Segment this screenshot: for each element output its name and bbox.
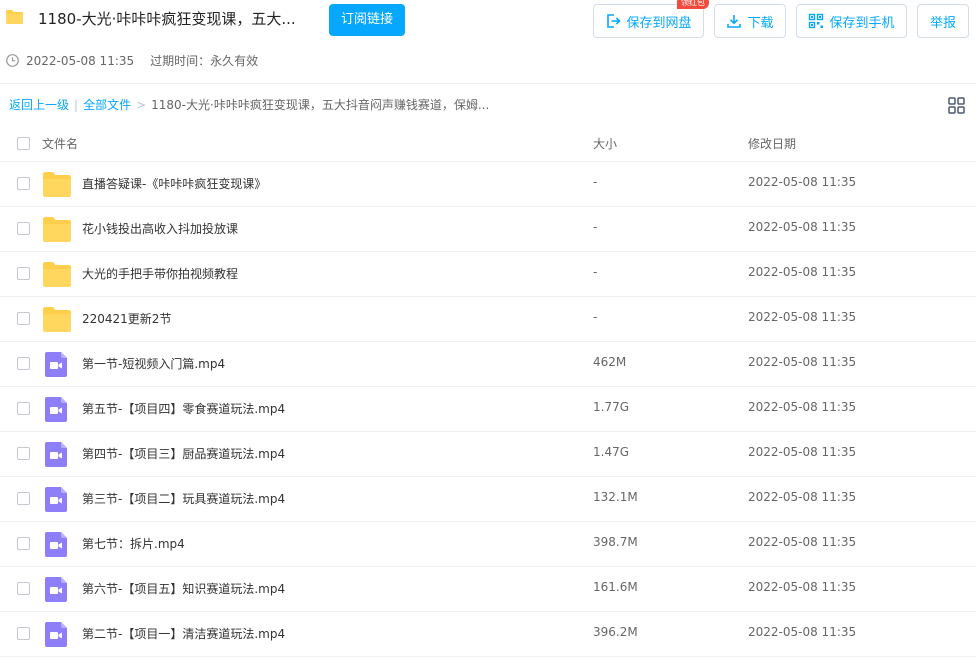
download-button[interactable]: 下载 xyxy=(714,4,786,38)
column-filename[interactable]: 文件名 xyxy=(42,135,78,152)
file-name[interactable]: 第二节-【项目一】清洁赛道玩法.mp4 xyxy=(82,625,285,642)
clock-icon xyxy=(6,54,19,67)
video-file-icon xyxy=(45,442,67,467)
row-checkbox[interactable] xyxy=(17,357,30,370)
file-row[interactable]: 直播答疑课-《咔咔咔疯狂变现课》 - 2022-05-08 11:35 xyxy=(0,162,976,207)
breadcrumb-current: 1180-大光·咔咔咔疯狂变现课，五大抖音闷声赚钱赛道，保姆... xyxy=(151,98,490,112)
row-checkbox[interactable] xyxy=(17,627,30,640)
folder-icon xyxy=(43,217,71,242)
file-size: 398.7M xyxy=(593,535,638,549)
file-size: - xyxy=(593,220,598,234)
file-size: 161.6M xyxy=(593,580,638,594)
column-date[interactable]: 修改日期 xyxy=(748,135,796,152)
file-name[interactable]: 第七节：拆片.mp4 xyxy=(82,535,185,552)
file-name[interactable]: 220421更新2节 xyxy=(82,310,171,327)
file-date: 2022-05-08 11:35 xyxy=(748,625,857,639)
expire-text: 过期时间：永久有效 xyxy=(150,54,259,68)
share-title: 1180-大光·咔咔咔疯狂变现课，五大... xyxy=(38,10,296,28)
file-row[interactable]: 大光的手把手带你拍视频教程 - 2022-05-08 11:35 xyxy=(0,252,976,297)
row-checkbox[interactable] xyxy=(17,312,30,325)
subscribe-button[interactable]: 订阅链接 xyxy=(329,4,405,36)
file-row[interactable]: 220421更新2节 - 2022-05-08 11:35 xyxy=(0,297,976,342)
file-name[interactable]: 第一节-短视频入门篇.mp4 xyxy=(82,355,225,372)
folder-icon xyxy=(43,262,71,287)
row-checkbox[interactable] xyxy=(17,447,30,460)
save-disk-label: 保存到网盘 xyxy=(626,15,692,31)
download-icon xyxy=(727,15,742,28)
row-checkbox[interactable] xyxy=(17,582,30,595)
video-file-icon xyxy=(45,397,67,422)
file-name[interactable]: 第六节-【项目五】知识赛道玩法.mp4 xyxy=(82,580,285,597)
row-checkbox[interactable] xyxy=(17,222,30,235)
file-size: 1.77G xyxy=(593,400,630,414)
share-meta: 2022-05-08 11:35 过期时间：永久有效 xyxy=(6,52,258,69)
save-to-phone-button[interactable]: 保存到手机 xyxy=(796,4,907,38)
hongbao-badge[interactable]: 领红包 xyxy=(677,0,709,9)
file-name[interactable]: 直播答疑课-《咔咔咔疯狂变现课》 xyxy=(82,175,266,192)
file-date: 2022-05-08 11:35 xyxy=(748,490,857,504)
file-row[interactable]: 花小钱投出高收入抖加投放课 - 2022-05-08 11:35 xyxy=(0,207,976,252)
breadcrumb-divider: | xyxy=(74,97,79,112)
file-date: 2022-05-08 11:35 xyxy=(748,580,857,594)
file-row[interactable]: 第七节：拆片.mp4 398.7M 2022-05-08 11:35 xyxy=(0,522,976,567)
file-list-header: 文件名 大小 修改日期 xyxy=(0,123,976,162)
select-all-checkbox[interactable] xyxy=(17,137,30,150)
file-name[interactable]: 第五节-【项目四】零食赛道玩法.mp4 xyxy=(82,400,285,417)
row-checkbox[interactable] xyxy=(17,537,30,550)
file-date: 2022-05-08 11:35 xyxy=(748,310,857,324)
file-size: 132.1M xyxy=(593,490,638,504)
file-name[interactable]: 大光的手把手带你拍视频教程 xyxy=(82,265,238,282)
grid-view-icon[interactable] xyxy=(948,97,965,114)
row-checkbox[interactable] xyxy=(17,492,30,505)
file-row[interactable]: 第三节-【项目二】玩具赛道玩法.mp4 132.1M 2022-05-08 11:3… xyxy=(0,477,976,522)
save-disk-icon xyxy=(607,14,622,28)
file-size: - xyxy=(593,265,598,279)
save-phone-label: 保存到手机 xyxy=(829,15,895,31)
file-date: 2022-05-08 11:35 xyxy=(748,265,857,279)
file-name[interactable]: 第四节-【项目三】厨品赛道玩法.mp4 xyxy=(82,445,285,462)
file-name[interactable]: 花小钱投出高收入抖加投放课 xyxy=(82,220,238,237)
file-date: 2022-05-08 11:35 xyxy=(748,355,857,369)
folder-icon xyxy=(43,307,71,332)
file-date: 2022-05-08 11:35 xyxy=(748,220,857,234)
file-size: - xyxy=(593,175,598,189)
file-row[interactable]: 第五节-【项目四】零食赛道玩法.mp4 1.77G 2022-05-08 11:35 xyxy=(0,387,976,432)
file-size: - xyxy=(593,310,598,324)
back-link[interactable]: 返回上一级 xyxy=(9,96,69,113)
folder-icon xyxy=(43,172,71,197)
download-label: 下载 xyxy=(747,15,774,31)
file-row[interactable]: 第一节-短视频入门篇.mp4 462M 2022-05-08 11:35 xyxy=(0,342,976,387)
qrcode-icon xyxy=(809,13,824,29)
file-date: 2022-05-08 11:35 xyxy=(748,535,857,549)
file-date: 2022-05-08 11:35 xyxy=(748,445,857,459)
file-row[interactable]: 第四节-【项目三】厨品赛道玩法.mp4 1.47G 2022-05-08 11:35 xyxy=(0,432,976,477)
file-size: 1.47G xyxy=(593,445,630,459)
column-size[interactable]: 大小 xyxy=(593,135,617,152)
file-row[interactable]: 第六节-【项目五】知识赛道玩法.mp4 161.6M 2022-05-08 11:3… xyxy=(0,567,976,612)
video-file-icon xyxy=(45,352,67,377)
video-file-icon xyxy=(45,577,67,602)
share-time: 2022-05-08 11:35 xyxy=(26,53,135,68)
all-files-link[interactable]: 全部文件 xyxy=(83,96,131,113)
file-name[interactable]: 第三节-【项目二】玩具赛道玩法.mp4 xyxy=(82,490,285,507)
row-checkbox[interactable] xyxy=(17,177,30,190)
video-file-icon xyxy=(45,487,67,512)
video-file-icon xyxy=(45,622,67,647)
row-checkbox[interactable] xyxy=(17,402,30,415)
row-checkbox[interactable] xyxy=(17,267,30,280)
file-date: 2022-05-08 11:35 xyxy=(748,400,857,414)
save-to-disk-button[interactable]: 保存到网盘 xyxy=(593,4,704,38)
breadcrumb-arrow: > xyxy=(136,97,147,112)
file-date: 2022-05-08 11:35 xyxy=(748,175,857,189)
report-button[interactable]: 举报 xyxy=(917,4,969,38)
share-header: 1180-大光·咔咔咔疯狂变现课，五大... 订阅链接 2022-05-08 1… xyxy=(0,0,976,84)
video-file-icon xyxy=(45,532,67,557)
file-row[interactable]: 第二节-【项目一】清洁赛道玩法.mp4 396.2M 2022-05-08 11:3… xyxy=(0,612,976,657)
breadcrumb: 返回上一级 | 全部文件 > 1180-大光·咔咔咔疯狂变现课，五大抖音闷声赚钱… xyxy=(9,96,489,113)
file-size: 462M xyxy=(593,355,627,369)
file-size: 396.2M xyxy=(593,625,638,639)
folder-icon xyxy=(6,10,23,24)
